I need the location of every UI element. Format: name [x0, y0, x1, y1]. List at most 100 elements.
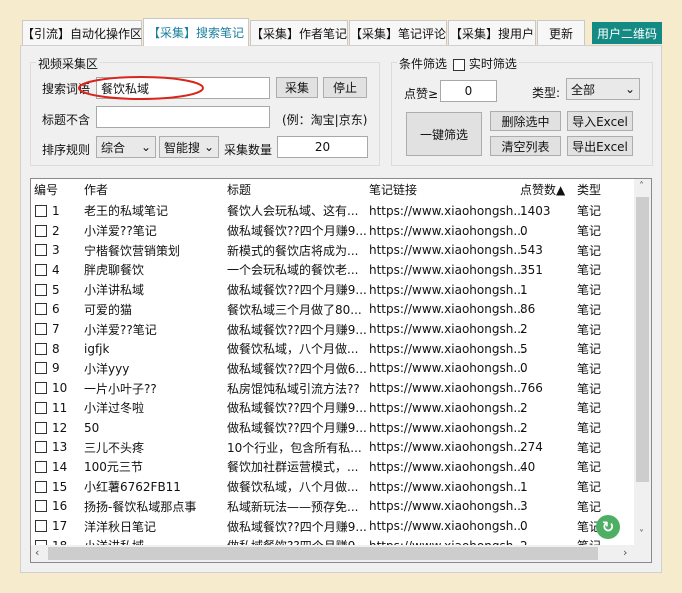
table-row[interactable]: 2 小洋爱??笔记 做私域餐饮??四个月赚9... https://www.xiaoh… — [31, 221, 636, 241]
row-checkbox[interactable] — [35, 342, 47, 355]
count-label: 采集数量 — [224, 143, 273, 157]
scroll-down-icon[interactable]: ˅ — [639, 529, 644, 540]
scroll-right-icon[interactable]: › — [623, 546, 627, 559]
cell-link[interactable]: https://www.xiaohongsh... — [369, 401, 525, 415]
export-excel-button[interactable]: 导出Excel — [567, 136, 633, 156]
cell-link[interactable]: https://www.xiaohongsh... — [369, 499, 525, 513]
vertical-scrollbar[interactable]: ˄ ˅ — [634, 179, 651, 545]
hscroll-thumb[interactable] — [48, 547, 598, 560]
cell-likes: 766 — [520, 381, 543, 396]
tab-5[interactable]: 更新 — [537, 20, 585, 45]
stop-button[interactable]: 停止 — [323, 77, 367, 98]
cell-link[interactable]: https://www.xiaohongsh... — [369, 460, 525, 474]
tab-3[interactable]: 【采集】笔记评论 — [349, 20, 447, 45]
cell-likes: 0 — [520, 361, 528, 376]
type-select[interactable]: 全部 ⌄ — [566, 78, 640, 100]
column-header-5[interactable]: 类型 — [577, 181, 601, 198]
tab-0[interactable]: 【引流】自动化操作区 — [22, 20, 142, 45]
row-checkbox[interactable] — [35, 303, 47, 316]
scroll-up-icon[interactable]: ˄ — [639, 181, 644, 192]
cell-link[interactable]: https://www.xiaohongsh... — [369, 381, 525, 395]
row-checkbox[interactable] — [35, 323, 47, 336]
clear-list-button[interactable]: 清空列表 — [490, 136, 561, 156]
table-row[interactable]: 1 老王的私域笔记 餐饮人会玩私域、这有... https://www.xiaohon… — [31, 201, 636, 221]
row-checkbox[interactable] — [35, 500, 47, 513]
row-checkbox[interactable] — [35, 382, 47, 395]
table-row[interactable]: 7 小洋爱??笔记 做私域餐饮??四个月赚9... https://www.xiaoh… — [31, 319, 636, 339]
cell-link[interactable]: https://www.xiaohongsh... — [369, 421, 525, 435]
column-header-0[interactable]: 编号 — [34, 181, 58, 198]
filter-legend: 条件筛选 实时筛选 — [397, 55, 519, 72]
row-checkbox[interactable] — [35, 263, 47, 276]
cell-link[interactable]: https://www.xiaohongsh... — [369, 263, 525, 277]
cell-link[interactable]: https://www.xiaohongsh... — [369, 243, 525, 257]
column-header-2[interactable]: 标题 — [227, 181, 251, 198]
mode-select[interactable]: 智能搜 ⌄ — [159, 136, 219, 158]
count-input[interactable]: 20 — [277, 136, 368, 158]
cell-title: 做私域餐饮??四个月做6... — [227, 361, 367, 376]
table-row[interactable]: 8 igfjk 做餐饮私域，八个月做... https://www.xiaohongs… — [31, 339, 636, 359]
cell-author: 小洋yyy — [84, 361, 130, 376]
cell-link[interactable]: https://www.xiaohongsh... — [369, 224, 525, 238]
table-row[interactable]: 14 100元三节 餐饮加社群运营模式，... https://www.xiaohon… — [31, 457, 636, 477]
cell-link[interactable]: https://www.xiaohongsh... — [369, 322, 525, 336]
user-qrcode-button[interactable]: 用户二维码 — [592, 22, 662, 44]
table-row[interactable]: 15 小红薯6762FB11 做餐饮私域，八个月做... https://www.xi… — [31, 477, 636, 497]
table-row[interactable]: 10 一片小叶子?? 私房馄饨私域引流方法?? https://www.xiaohon… — [31, 378, 636, 398]
table-row[interactable]: 12 50 做私域餐饮??四个月赚9... https://www.xiaohongs… — [31, 418, 636, 438]
likes-input[interactable]: 0 — [440, 80, 497, 102]
likes-value: 0 — [464, 84, 473, 98]
sort-select[interactable]: 综合 ⌄ — [96, 136, 156, 158]
row-checkbox[interactable] — [35, 204, 47, 217]
cell-link[interactable]: https://www.xiaohongsh... — [369, 440, 525, 454]
delete-selected-button[interactable]: 删除选中 — [490, 111, 561, 131]
horizontal-scrollbar[interactable]: ‹ › — [31, 545, 651, 562]
cell-link[interactable]: https://www.xiaohongsh... — [369, 519, 525, 533]
cell-index: 14 — [52, 459, 68, 474]
refresh-icon[interactable]: ↻ — [596, 515, 620, 539]
tab-2[interactable]: 【采集】作者笔记 — [250, 20, 348, 45]
one-click-filter-button[interactable]: 一键筛选 — [406, 112, 482, 156]
table-row[interactable]: 9 小洋yyy 做私域餐饮??四个月做6... https://www.xiaohon… — [31, 359, 636, 379]
collect-button[interactable]: 采集 — [276, 77, 318, 98]
realtime-filter-checkbox[interactable]: 实时筛选 — [453, 55, 517, 72]
row-checkbox[interactable] — [35, 401, 47, 414]
row-checkbox[interactable] — [35, 362, 47, 375]
table-row[interactable]: 17 洋洋秋日笔记 做私域餐饮??四个月赚9... https://www.xiaoh… — [31, 516, 636, 536]
table-row[interactable]: 3 宁楷餐饮营销策划 新模式的餐饮店将成为... https://www.xiaoho… — [31, 240, 636, 260]
cell-author: 可爱的猫 — [84, 302, 133, 317]
cell-author: 扬扬-餐饮私域那点事 — [84, 499, 197, 514]
column-header-4[interactable]: 点赞数▲ — [520, 181, 565, 198]
table-row[interactable]: 13 三儿不头疼 10个行业，包含所有私... https://www.xiaohon… — [31, 437, 636, 457]
scroll-thumb[interactable] — [636, 197, 649, 482]
row-checkbox[interactable] — [35, 224, 47, 237]
cell-link[interactable]: https://www.xiaohongsh... — [369, 283, 525, 297]
row-checkbox[interactable] — [35, 283, 47, 296]
row-checkbox[interactable] — [35, 244, 47, 257]
tab-4[interactable]: 【采集】搜用户 — [448, 20, 536, 45]
scroll-left-icon[interactable]: ‹ — [35, 546, 39, 559]
chevron-down-icon: ⌄ — [624, 82, 635, 96]
table-row[interactable]: 11 小洋过冬啦 做私域餐饮??四个月赚9... https://www.xiaoho… — [31, 398, 636, 418]
table-row[interactable]: 16 扬扬-餐饮私域那点事 私域新玩法——预存免... https://www.xia… — [31, 497, 636, 517]
column-header-1[interactable]: 作者 — [84, 181, 108, 198]
row-checkbox[interactable] — [35, 460, 47, 473]
cell-link[interactable]: https://www.xiaohongsh... — [369, 204, 525, 218]
row-checkbox[interactable] — [35, 421, 47, 434]
cell-link[interactable]: https://www.xiaohongsh... — [369, 361, 525, 375]
table-row[interactable]: 5 小洋讲私域 做私域餐饮??四个月赚9... https://www.xiaohon… — [31, 280, 636, 300]
cell-link[interactable]: https://www.xiaohongsh... — [369, 480, 525, 494]
row-checkbox[interactable] — [35, 480, 47, 493]
row-checkbox[interactable] — [35, 441, 47, 454]
cell-link[interactable]: https://www.xiaohongsh... — [369, 342, 525, 356]
column-header-3[interactable]: 笔记链接 — [369, 181, 417, 198]
exclude-input[interactable] — [96, 106, 270, 128]
table-row[interactable]: 6 可爱的猫 餐饮私域三个月做了80... https://www.xiaohongs… — [31, 300, 636, 320]
table-row[interactable]: 4 胖虎聊餐饮 一个会玩私域的餐饮老... https://www.xiaohongs… — [31, 260, 636, 280]
import-excel-button[interactable]: 导入Excel — [567, 111, 633, 131]
row-checkbox[interactable] — [35, 520, 47, 533]
tab-1[interactable]: 【采集】搜索笔记 — [143, 18, 249, 46]
cell-link[interactable]: https://www.xiaohongsh... — [369, 302, 525, 316]
cell-title: 做私域餐饮??四个月赚9... — [227, 224, 367, 239]
cell-title: 私域新玩法——预存免... — [227, 499, 359, 514]
